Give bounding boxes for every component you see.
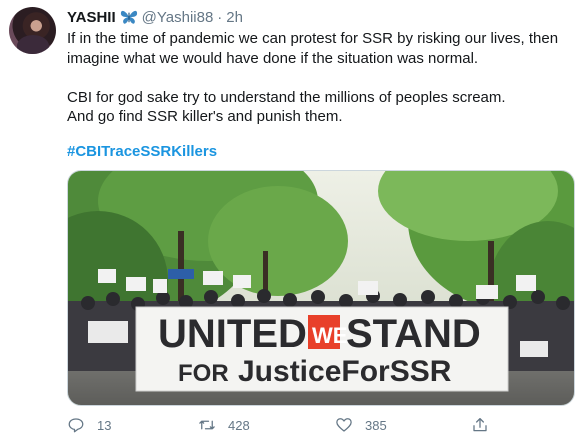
tweet-text-line: CBI for god sake try to understand the m… <box>67 88 506 106</box>
protest-banner: UNITED WE STAND FOR JusticeForSSR <box>135 306 509 392</box>
separator-dot: · <box>217 8 223 26</box>
retweet-icon <box>199 420 215 430</box>
heart-icon <box>336 418 352 432</box>
tweet-photo[interactable]: UNITED WE STAND FOR JusticeForSSR <box>67 170 575 406</box>
tweet-header: YASHII @Yashii88 · 2h <box>67 7 243 27</box>
butterfly-icon <box>120 9 138 25</box>
user-handle[interactable]: @Yashii88 <box>142 9 214 26</box>
retweet-button[interactable]: 428 <box>198 414 250 436</box>
reply-button[interactable]: 13 <box>67 414 111 436</box>
reply-count: 13 <box>97 417 112 433</box>
banner-text-we: WE <box>312 323 347 348</box>
display-name[interactable]: YASHII <box>67 9 116 26</box>
tweet-actions: 13 428 385 <box>67 414 507 436</box>
tweet-text-line: If in the time of pandemic we can protes… <box>67 30 559 47</box>
share-button[interactable] <box>471 414 501 436</box>
protest-photo: UNITED WE STAND FOR JusticeForSSR <box>68 171 574 405</box>
banner-text-justice: JusticeForSSR <box>238 355 452 388</box>
tweet-text: If in the time of pandemic we can protes… <box>67 29 572 127</box>
tweet-timestamp[interactable]: 2h <box>226 9 243 26</box>
reply-icon <box>68 418 84 433</box>
share-icon <box>473 417 487 432</box>
like-count: 385 <box>365 417 387 433</box>
banner-text-for: FOR <box>178 360 229 387</box>
banner-text-united: UNITED <box>158 312 307 356</box>
like-button[interactable]: 385 <box>335 414 387 436</box>
avatar[interactable] <box>9 7 56 54</box>
retweet-count: 428 <box>228 417 250 433</box>
hashtag-link[interactable]: #CBITraceSSRKillers <box>67 143 217 160</box>
tweet-text-line: imagine what we would have done if the s… <box>67 49 479 67</box>
tweet-text-line: And go find SSR killer's and punish them… <box>67 108 343 125</box>
banner-text-stand: STAND <box>346 312 481 356</box>
